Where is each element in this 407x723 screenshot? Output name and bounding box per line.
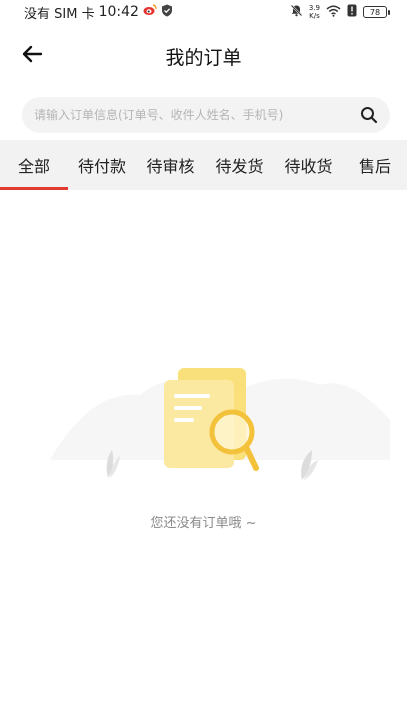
tab-pending-shipment[interactable]: 待发货 xyxy=(205,140,274,190)
net-speed-value: 3.9 xyxy=(308,4,320,12)
tab-pending-payment[interactable]: 待付款 xyxy=(68,140,136,190)
weibo-icon xyxy=(143,4,157,20)
alert-badge-icon xyxy=(347,4,357,20)
shield-check-icon xyxy=(161,4,173,21)
status-bar: 没有 SIM 卡 10:42 3.9 K/s 78 xyxy=(0,0,407,24)
search-icon[interactable] xyxy=(358,104,380,126)
tab-pending-review[interactable]: 待审核 xyxy=(136,140,205,190)
search-input[interactable] xyxy=(34,108,358,122)
wifi-icon xyxy=(326,5,341,20)
empty-state: 您还没有订单哦 ~ xyxy=(0,350,407,550)
search-bar[interactable] xyxy=(22,97,390,133)
order-status-tabs: 全部 待付款 待审核 待发货 待收货 售后 xyxy=(0,140,407,190)
arrow-left-icon xyxy=(21,45,43,67)
tab-pending-receipt[interactable]: 待收货 xyxy=(274,140,343,190)
status-left: 没有 SIM 卡 10:42 xyxy=(24,3,173,22)
net-speed-unit: K/s xyxy=(309,12,320,20)
carrier-text: 没有 SIM 卡 xyxy=(24,6,95,22)
tab-all[interactable]: 全部 xyxy=(0,140,68,190)
status-right: 3.9 K/s 78 xyxy=(290,4,390,20)
battery-icon: 78 xyxy=(363,6,390,18)
net-speed: 3.9 K/s xyxy=(309,4,320,20)
page-title: 我的订单 xyxy=(165,46,242,69)
empty-orders-illustration xyxy=(50,350,390,490)
header: 我的订单 xyxy=(0,30,407,82)
battery-level: 78 xyxy=(369,7,381,17)
status-time: 10:42 xyxy=(98,4,139,20)
mute-bell-icon xyxy=(290,4,303,20)
empty-message: 您还没有订单哦 ~ xyxy=(150,516,257,531)
back-button[interactable] xyxy=(18,42,46,70)
tab-after-sales[interactable]: 售后 xyxy=(343,140,407,190)
